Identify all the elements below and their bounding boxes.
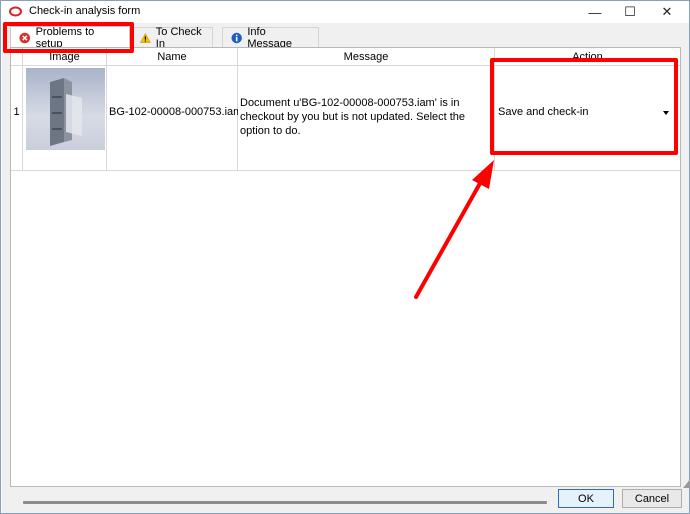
app-icon — [9, 6, 22, 17]
title-bar[interactable]: Check-in analysis form — ☐ ✕ — [1, 1, 689, 23]
minimize-button[interactable]: — — [575, 1, 615, 23]
close-button[interactable]: ✕ — [647, 1, 687, 23]
checkin-analysis-window: Check-in analysis form — ☐ ✕ Problems to… — [0, 0, 690, 514]
error-icon — [19, 32, 31, 43]
window-title: Check-in analysis form — [29, 5, 141, 17]
column-header-message[interactable]: Message — [238, 48, 495, 66]
column-header-name[interactable]: Name — [107, 48, 238, 66]
action-dropdown[interactable]: Save and check-in — [495, 68, 672, 168]
column-header-image[interactable]: Image — [23, 48, 107, 66]
name-cell: BG-102-00008-000753.iam — [107, 66, 242, 171]
column-header-action[interactable]: Action — [495, 48, 680, 66]
dialog-client-area: Problems to setup To Check In Info Messa… — [2, 23, 690, 513]
document-name: BG-102-00008-000753.iam — [109, 106, 243, 118]
tab-to-check-in[interactable]: To Check In — [131, 25, 213, 50]
row-number: 1 — [11, 66, 23, 171]
image-cell — [23, 66, 107, 171]
action-cell: Save and check-in — [495, 66, 680, 171]
part-thumbnail — [26, 68, 105, 150]
horizontal-scrollbar[interactable] — [23, 501, 547, 504]
tab-label: To Check In — [155, 25, 202, 50]
analysis-grid: Image Name Message Action 1 BG-102-00008… — [10, 47, 690, 504]
resize-grip-icon[interactable] — [683, 478, 690, 488]
action-selected-value: Save and check-in — [498, 106, 589, 118]
tab-problems-to-setup[interactable]: Problems to setup — [10, 25, 130, 50]
warning-icon — [140, 32, 151, 43]
tab-info-message[interactable]: Info Message — [222, 25, 319, 50]
assembly-thumbnail-image — [50, 78, 82, 146]
message-cell: Document u'BG-102-00008-000753.iam' is i… — [238, 66, 495, 171]
info-icon — [231, 32, 242, 43]
tab-label: Problems to setup — [35, 25, 95, 50]
dropdown-arrow-icon[interactable] — [663, 111, 669, 115]
ok-button[interactable]: OK — [558, 489, 614, 508]
row-header-corner — [11, 48, 23, 66]
cancel-button[interactable]: Cancel — [622, 489, 682, 508]
tab-label: Info Message — [247, 25, 293, 50]
maximize-button[interactable]: ☐ — [610, 1, 650, 23]
document-message: Document u'BG-102-00008-000753.iam' is i… — [240, 97, 466, 137]
